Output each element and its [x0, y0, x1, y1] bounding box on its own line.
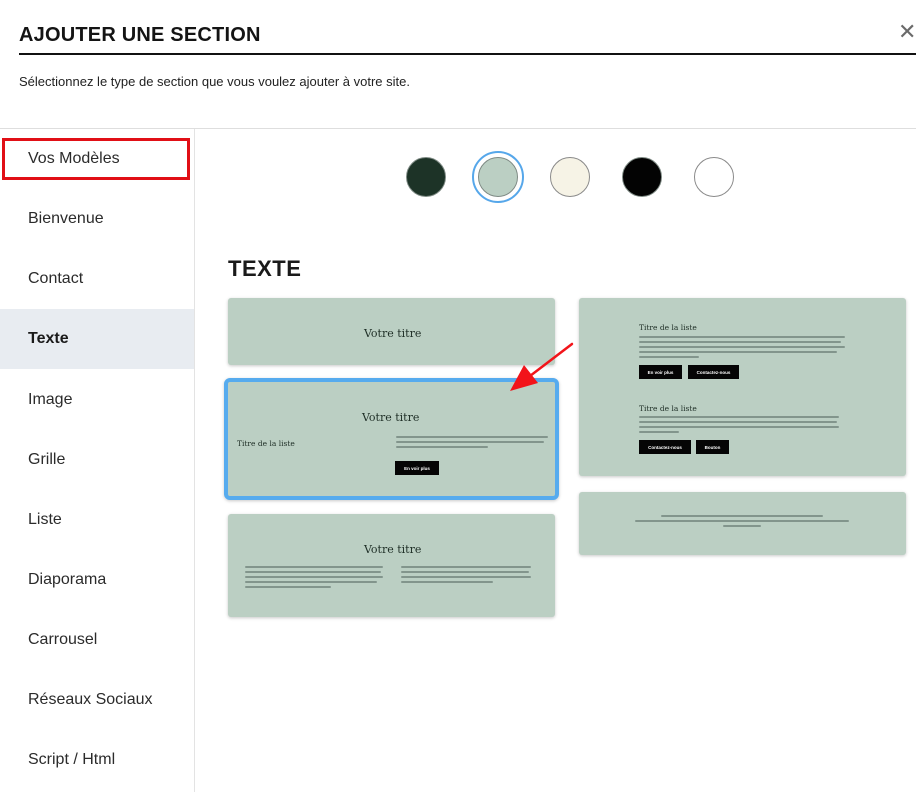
- card-button: Bouton: [696, 440, 729, 454]
- text-placeholder-line: [639, 426, 839, 428]
- text-placeholder-line: [396, 441, 544, 443]
- dialog-title: AJOUTER UNE SECTION: [19, 24, 261, 46]
- text-placeholder-line: [401, 571, 529, 573]
- text-placeholder-line: [245, 566, 383, 568]
- sidebar-item-contact[interactable]: Contact: [0, 249, 194, 309]
- text-placeholder-line: [639, 351, 837, 353]
- sidebar-item-script-html[interactable]: Script / Html: [0, 730, 194, 790]
- text-placeholder-line: [661, 515, 823, 517]
- text-placeholder-line: [401, 566, 531, 568]
- sidebar-item-label: Contact: [28, 270, 84, 287]
- title-underline: [19, 53, 916, 55]
- sidebar-item-label: Bienvenue: [28, 210, 104, 227]
- section-heading: TEXTE: [228, 256, 302, 281]
- card-list-title: Titre de la liste: [639, 404, 697, 413]
- text-placeholder-line: [639, 431, 679, 433]
- close-icon[interactable]: ✕: [898, 20, 916, 44]
- text-template-card-5[interactable]: [579, 492, 906, 555]
- sidebar-item-label: Réseaux Sociaux: [28, 691, 153, 708]
- card-button: Contactez-nous: [639, 440, 691, 454]
- sidebar-item-label: Liste: [28, 511, 62, 528]
- text-placeholder-line: [723, 525, 761, 527]
- text-template-card-4[interactable]: Titre de la liste En voir plus Contactez…: [579, 298, 906, 476]
- sidebar-item-reseaux-sociaux[interactable]: Réseaux Sociaux: [0, 670, 194, 730]
- sidebar-item-label: Image: [28, 391, 73, 408]
- text-placeholder-line: [245, 576, 383, 578]
- section-category-sidebar: Vos Modèles Bienvenue Contact Texte Imag…: [0, 129, 195, 792]
- sidebar-item-texte[interactable]: Texte: [0, 309, 194, 369]
- sidebar-item-carrousel[interactable]: Carrousel: [0, 610, 194, 670]
- sidebar-item-diaporama[interactable]: Diaporama: [0, 550, 194, 610]
- sidebar-item-label: Grille: [28, 451, 66, 468]
- red-highlight-box: [2, 138, 190, 180]
- sidebar-item-label: Carrousel: [28, 631, 98, 648]
- card-button: En voir plus: [639, 365, 682, 379]
- text-placeholder-line: [401, 576, 531, 578]
- text-placeholder-line: [639, 346, 845, 348]
- text-template-card-2[interactable]: Votre titre Titre de la liste En voir pl…: [224, 378, 559, 500]
- text-template-card-3[interactable]: Votre titre: [228, 514, 555, 617]
- text-placeholder-line: [245, 571, 381, 573]
- text-placeholder-line: [639, 421, 837, 423]
- text-placeholder-line: [245, 586, 331, 588]
- sidebar-item-label: Script / Html: [28, 751, 116, 768]
- color-swatch-cream[interactable]: [550, 157, 590, 197]
- sidebar-item-liste[interactable]: Liste: [0, 490, 194, 550]
- color-swatch-sage[interactable]: [478, 157, 518, 197]
- text-placeholder-line: [396, 436, 548, 438]
- text-placeholder-line: [401, 581, 493, 583]
- text-placeholder-line: [639, 356, 699, 358]
- color-swatch-white[interactable]: [694, 157, 734, 197]
- sidebar-item-bienvenue[interactable]: Bienvenue: [0, 189, 194, 249]
- sidebar-item-image[interactable]: Image: [0, 370, 194, 430]
- card-button: Contactez-nous: [688, 365, 739, 379]
- card-title: Votre titre: [364, 327, 422, 340]
- color-swatch-dark-green[interactable]: [406, 157, 446, 197]
- sidebar-item-label: Diaporama: [28, 571, 107, 588]
- text-placeholder-line: [635, 520, 849, 522]
- text-placeholder-line: [396, 446, 488, 448]
- text-placeholder-line: [639, 416, 839, 418]
- card-button: En voir plus: [395, 461, 439, 475]
- card-list-title: Titre de la liste: [639, 323, 697, 332]
- text-placeholder-line: [245, 581, 377, 583]
- sidebar-item-grille[interactable]: Grille: [0, 430, 194, 490]
- dialog-subtitle: Sélectionnez le type de section que vous…: [19, 74, 410, 89]
- card-title: Votre titre: [364, 543, 422, 556]
- card-title: Votre titre: [362, 411, 420, 424]
- dialog-header: AJOUTER UNE SECTION ✕ Sélectionnez le ty…: [0, 0, 916, 128]
- sidebar-item-label: Texte: [28, 330, 69, 347]
- text-placeholder-line: [639, 336, 845, 338]
- text-template-card-1[interactable]: Votre titre: [228, 298, 555, 365]
- text-placeholder-line: [639, 341, 841, 343]
- card-list-title: Titre de la liste: [237, 439, 295, 448]
- color-swatch-black[interactable]: [622, 157, 662, 197]
